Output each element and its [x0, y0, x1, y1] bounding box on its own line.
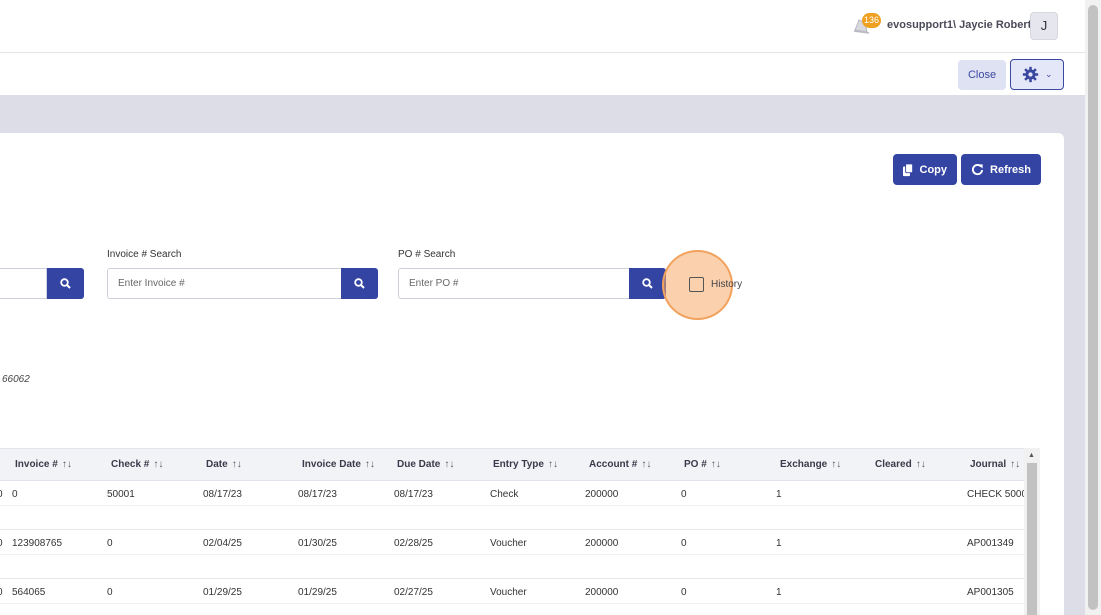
cell-date: 02/04/25: [203, 538, 242, 549]
cell-due-date: 02/28/25: [394, 538, 433, 549]
toolbar: Close ⌄: [0, 53, 1101, 95]
column-header-invoice[interactable]: Invoice # ↑↓: [15, 459, 72, 470]
search-icon: [60, 278, 71, 289]
column-header-cleared[interactable]: Cleared ↑↓: [875, 459, 926, 470]
search-button-1[interactable]: [47, 268, 84, 299]
po-search-button[interactable]: [629, 268, 666, 299]
cell-due-date: 02/27/25: [394, 587, 433, 598]
refresh-button[interactable]: Refresh: [961, 154, 1041, 185]
cell-lead: 0: [0, 587, 3, 598]
cell-exchange: 1: [776, 538, 782, 549]
sort-icon[interactable]: ↑↓: [62, 459, 72, 470]
copy-label: Copy: [919, 163, 948, 176]
page-scrollbar-thumb[interactable]: [1088, 5, 1098, 610]
info-text: 66062: [2, 374, 30, 385]
column-header-journal[interactable]: Journal ↑↓: [970, 459, 1020, 470]
column-header-exchange[interactable]: Exchange ↑↓: [780, 459, 841, 470]
history-checkbox[interactable]: [689, 277, 704, 292]
scroll-up-arrow-icon[interactable]: ▲: [1028, 452, 1035, 459]
settings-dropdown-button[interactable]: ⌄: [1010, 59, 1064, 90]
invoice-search-input[interactable]: [107, 268, 342, 299]
sort-icon[interactable]: ↑↓: [232, 459, 242, 470]
sort-icon[interactable]: ↑↓: [365, 459, 375, 470]
copy-icon: [903, 162, 914, 176]
po-search-input[interactable]: [398, 268, 630, 299]
table-scrollbar[interactable]: ▲: [1024, 448, 1040, 615]
cell-entry-type: Voucher: [490, 587, 527, 598]
cell-account: 200000: [585, 538, 619, 549]
cell-exchange: 1: [776, 587, 782, 598]
transactions-table: Invoice # ↑↓ Check # ↑↓ Date ↑↓ Invoice Dat…: [0, 448, 1040, 615]
top-header: 136 evosupport1\ Jaycie Roberts J: [0, 0, 1101, 53]
row-divider: [0, 505, 1024, 506]
table-row[interactable]: 0 123908765 0 02/04/25 01/30/25 02/28/25…: [0, 530, 1024, 579]
sort-icon[interactable]: ↑↓: [916, 459, 926, 470]
row-divider: [0, 554, 1024, 555]
cell-account: 200000: [585, 489, 619, 500]
cell-exchange: 1: [776, 489, 782, 500]
sort-icon[interactable]: ↑↓: [153, 459, 163, 470]
copy-button[interactable]: Copy: [893, 154, 957, 185]
table-scrollbar-thumb[interactable]: [1027, 463, 1037, 615]
column-header-entry-type[interactable]: Entry Type ↑↓: [493, 459, 558, 470]
sort-icon[interactable]: ↑↓: [548, 459, 558, 470]
refresh-icon: [971, 163, 984, 175]
cell-lead: 0: [0, 489, 3, 500]
column-header-account[interactable]: Account # ↑↓: [589, 459, 651, 470]
gear-icon: [1022, 66, 1039, 83]
cell-account: 200000: [585, 587, 619, 598]
cell-invoice: 0: [12, 489, 18, 500]
table-header: Invoice # ↑↓ Check # ↑↓ Date ↑↓ Invoice Dat…: [0, 448, 1024, 481]
sort-icon[interactable]: ↑↓: [711, 459, 721, 470]
refresh-label: Refresh: [990, 163, 1031, 176]
close-button[interactable]: Close: [958, 60, 1006, 90]
table-row[interactable]: 0 0 50001 08/17/23 08/17/23 08/17/23 Che…: [0, 481, 1028, 530]
column-header-po[interactable]: PO # ↑↓: [684, 459, 721, 470]
cell-invoice: 123908765: [12, 538, 63, 549]
search-icon: [642, 278, 653, 289]
cell-po: 0: [681, 587, 687, 598]
chevron-down-icon: ⌄: [1045, 69, 1053, 79]
cell-invoice-date: 01/30/25: [298, 538, 337, 549]
search-icon: [354, 278, 365, 289]
column-header-due-date[interactable]: Due Date ↑↓: [397, 459, 454, 470]
sort-icon[interactable]: ↑↓: [1010, 459, 1020, 470]
cell-journal: AP001349: [967, 538, 1014, 549]
invoice-search-button[interactable]: [341, 268, 378, 299]
cell-check: 0: [107, 587, 113, 598]
page-scrollbar[interactable]: [1085, 0, 1101, 615]
sort-icon[interactable]: ↑↓: [831, 459, 841, 470]
cell-journal: AP001305: [967, 587, 1014, 598]
user-name[interactable]: evosupport1\ Jaycie Roberts: [887, 19, 1037, 31]
column-header-invoice-date[interactable]: Invoice Date ↑↓: [302, 459, 375, 470]
po-search-label: PO # Search: [398, 249, 456, 260]
table-row[interactable]: 0 564065 0 01/29/25 01/29/25 02/27/25 Vo…: [0, 579, 1024, 615]
cell-invoice: 564065: [12, 587, 46, 598]
invoice-search-label: Invoice # Search: [107, 249, 182, 260]
cell-invoice-date: 01/29/25: [298, 587, 337, 598]
cell-entry-type: Voucher: [490, 538, 527, 549]
cell-invoice-date: 08/17/23: [298, 489, 337, 500]
cell-check: 50001: [107, 489, 135, 500]
avatar[interactable]: J: [1030, 12, 1058, 40]
search-input-truncated[interactable]: [0, 268, 47, 299]
column-header-date[interactable]: Date ↑↓: [206, 459, 242, 470]
cell-po: 0: [681, 489, 687, 500]
cell-date: 01/29/25: [203, 587, 242, 598]
cell-due-date: 08/17/23: [394, 489, 433, 500]
notification-badge: 136: [862, 13, 882, 28]
sort-icon[interactable]: ↑↓: [641, 459, 651, 470]
cell-po: 0: [681, 538, 687, 549]
cell-check: 0: [107, 538, 113, 549]
history-label[interactable]: History: [711, 279, 742, 290]
column-header-check[interactable]: Check # ↑↓: [111, 459, 163, 470]
cell-entry-type: Check: [490, 489, 519, 500]
cell-journal: CHECK 5000: [967, 489, 1028, 500]
sort-icon[interactable]: ↑↓: [444, 459, 454, 470]
row-divider: [0, 603, 1024, 604]
cell-lead: 0: [0, 538, 3, 549]
cell-date: 08/17/23: [203, 489, 242, 500]
